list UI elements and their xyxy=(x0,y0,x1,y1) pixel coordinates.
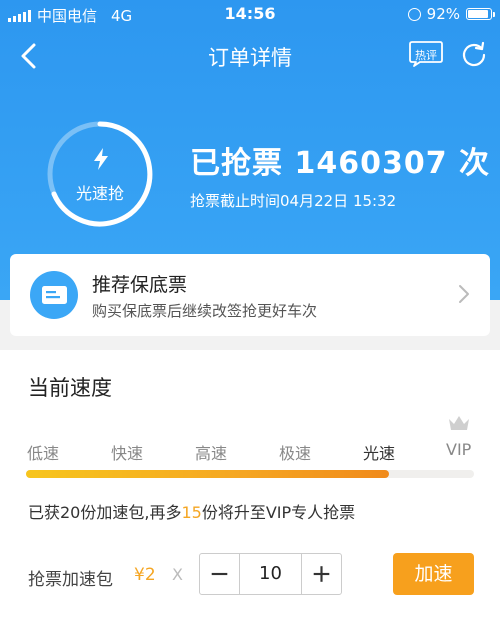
info-highlight: 15 xyxy=(181,503,202,522)
crown-icon xyxy=(449,416,469,430)
battery-percent: 92% xyxy=(426,5,460,23)
card-subtitle: 购买保底票后继续改签抢更好车次 xyxy=(92,302,318,320)
lightning-icon xyxy=(94,148,108,170)
hot-review-label: 热评 xyxy=(415,49,437,62)
upgrade-info: 已获20份加速包,再多15份将升至VIP专人抢票 xyxy=(28,499,355,523)
battery-icon xyxy=(466,8,495,20)
info-prefix: 已获20份加速包,再多 xyxy=(28,503,182,522)
package-label: 抢票加速包 xyxy=(28,570,113,590)
speed-progress-fill xyxy=(26,470,389,478)
ticket-icon xyxy=(30,271,78,319)
status-bar: 中国电信 4G 14:56 92% xyxy=(0,0,500,30)
speed-mode-label: 光速抢 xyxy=(75,184,124,203)
level-vip: VIP xyxy=(446,440,472,459)
hot-review-button[interactable]: 热评 xyxy=(408,40,444,68)
speed-ring xyxy=(47,121,153,227)
package-multiplier: X xyxy=(172,565,183,584)
speed-levels: 低速 快速 高速 极速 光速 VIP xyxy=(0,440,500,463)
chevron-right-icon xyxy=(459,285,469,303)
package-price: ¥2 xyxy=(134,565,156,585)
status-right: 92% xyxy=(407,5,495,23)
refresh-icon[interactable] xyxy=(460,40,488,68)
level-lightspeed: 光速 xyxy=(363,444,396,463)
minus-button[interactable] xyxy=(200,554,240,594)
level-high: 高速 xyxy=(195,444,228,463)
accelerate-button[interactable]: 加速 xyxy=(393,553,474,595)
plus-button[interactable] xyxy=(301,554,341,594)
backup-ticket-card[interactable]: 推荐保底票 购买保底票后继续改签抢更好车次 xyxy=(10,254,490,336)
info-suffix: 份将升至VIP专人抢票 xyxy=(201,503,356,522)
card-title: 推荐保底票 xyxy=(92,274,188,296)
level-fast: 快速 xyxy=(111,444,144,463)
level-low: 低速 xyxy=(27,444,60,463)
quantity-stepper: 10 xyxy=(199,553,342,595)
section-title: 当前速度 xyxy=(28,376,112,400)
nav-bar: 订单详情 热评 xyxy=(0,34,500,78)
speed-panel: 当前速度 低速 快速 高速 极速 光速 VIP 已获20份加速包,再多15份将升… xyxy=(0,350,500,620)
level-extreme: 极速 xyxy=(279,444,312,463)
quantity-value[interactable]: 10 xyxy=(241,563,300,584)
rotation-lock-icon xyxy=(407,7,421,21)
speed-progress-bar xyxy=(26,470,474,478)
grab-count-title: 已抢票 1460307 次 xyxy=(190,146,491,181)
grab-deadline: 抢票截止时间04月22日 15:32 xyxy=(190,192,397,210)
